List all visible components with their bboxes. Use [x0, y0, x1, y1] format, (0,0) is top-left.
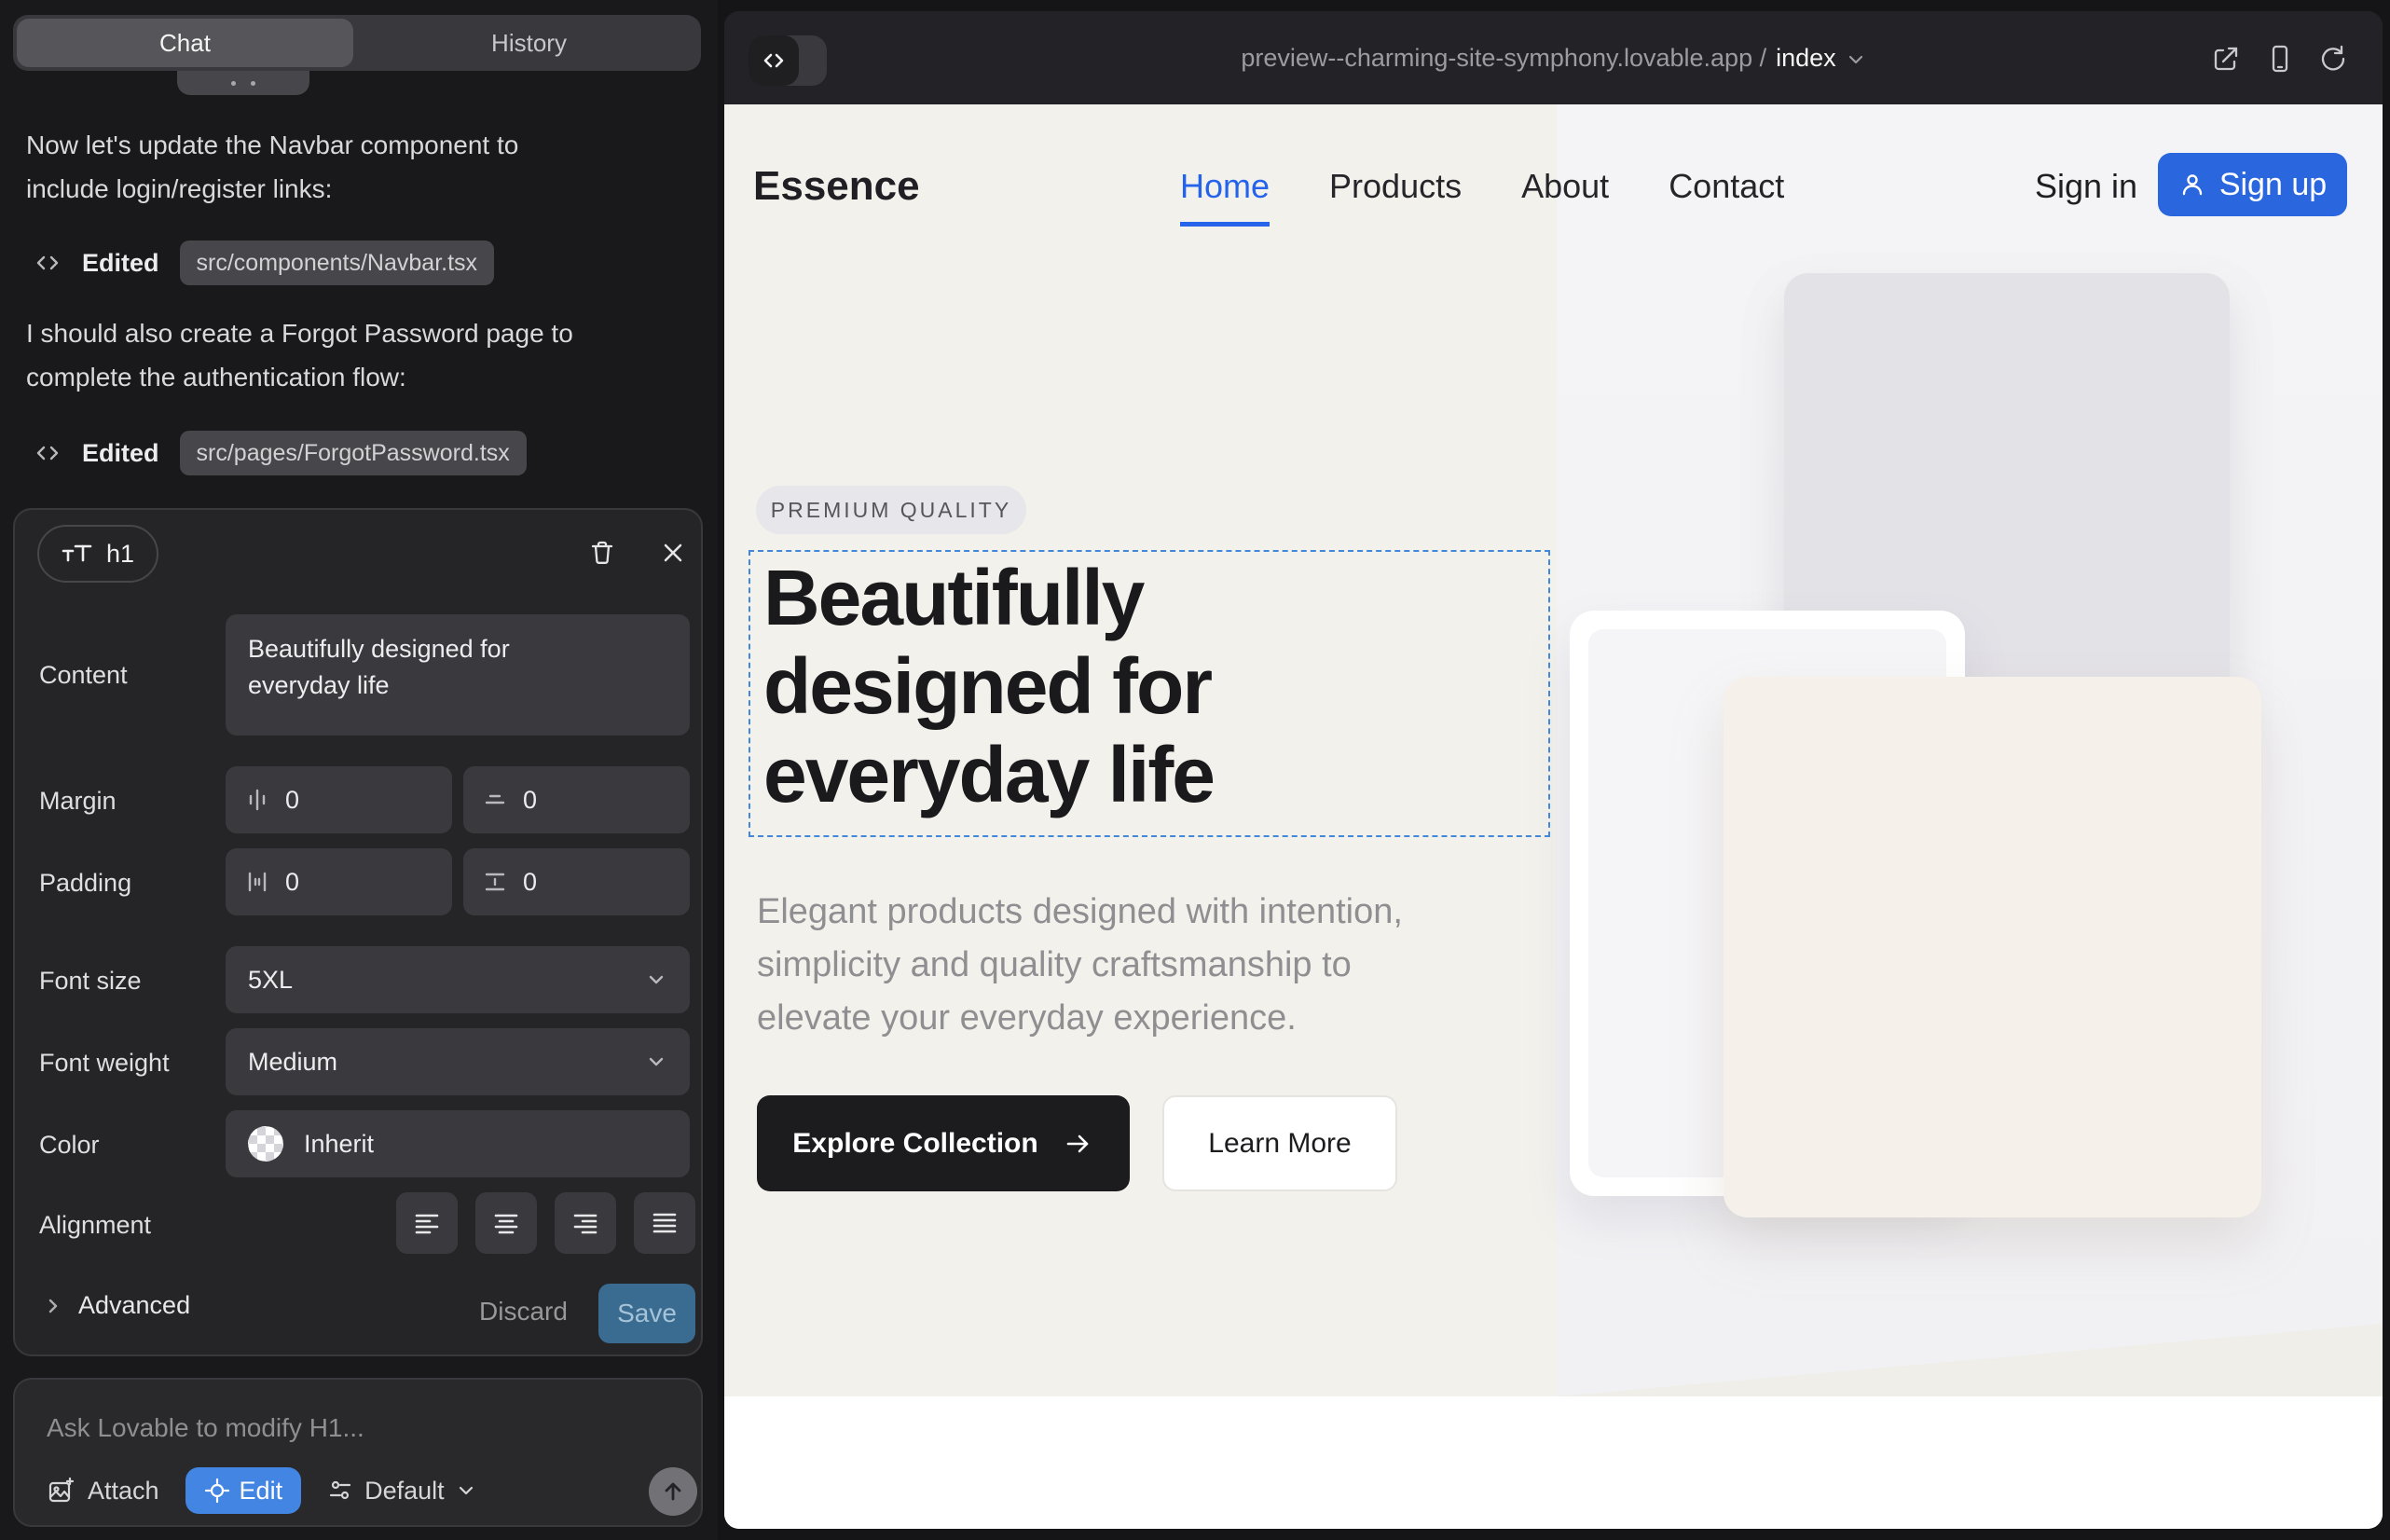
padding-x-input[interactable]: 0 — [226, 848, 452, 915]
site-preview: Essence Home Products About Contact Sign… — [724, 104, 2383, 1529]
margin-y-icon — [482, 787, 508, 813]
sign-in-link[interactable]: Sign in — [2035, 167, 2137, 206]
preview-toolbar: preview--charming-site-symphony.lovable.… — [724, 11, 2383, 104]
assistant-message: I should also create a Forgot Password p… — [26, 311, 697, 399]
edited-file-row: Edited src/components/Navbar.tsx — [34, 239, 494, 287]
chat-input[interactable]: Ask Lovable to modify H1... — [47, 1413, 364, 1443]
chevron-down-icon — [456, 1480, 476, 1501]
crosshair-icon — [204, 1478, 230, 1504]
element-type-badge: h1 — [37, 525, 158, 583]
margin-x-input[interactable]: 0 — [226, 766, 452, 833]
file-chip[interactable]: src/components/Navbar.tsx — [180, 241, 495, 285]
content-label: Content — [39, 661, 128, 690]
premium-quality-badge: PREMIUM QUALITY — [756, 486, 1026, 534]
nav-link-home[interactable]: Home — [1180, 167, 1270, 206]
open-external-icon[interactable] — [2210, 43, 2242, 75]
chevron-right-icon — [43, 1296, 63, 1316]
preview-frame: preview--charming-site-symphony.lovable.… — [724, 11, 2383, 1529]
preview-url[interactable]: preview--charming-site-symphony.lovable.… — [724, 11, 2383, 104]
hero-paragraph: Elegant products designed with intention… — [757, 886, 1503, 1045]
align-left-button[interactable] — [396, 1192, 458, 1254]
arrow-right-icon — [1063, 1130, 1094, 1158]
chevron-down-icon — [645, 969, 667, 991]
discard-button[interactable]: Discard — [479, 1297, 568, 1327]
tab-chat[interactable]: Chat — [17, 19, 353, 67]
delete-element-button[interactable] — [582, 532, 623, 573]
site-nav: Home Products About Contact — [1180, 167, 1784, 206]
align-center-button[interactable] — [475, 1192, 537, 1254]
hero-heading[interactable]: Beautifully designed for everyday life — [763, 554, 1360, 819]
margin-x-icon — [244, 787, 270, 813]
nav-link-about[interactable]: About — [1521, 167, 1609, 206]
edited-file-row: Edited src/pages/ForgotPassword.tsx — [34, 429, 527, 477]
align-justify-button[interactable] — [634, 1192, 695, 1254]
mode-selector[interactable]: Default — [327, 1477, 476, 1506]
font-size-select[interactable]: 5XL — [226, 946, 690, 1013]
element-tag: h1 — [106, 540, 134, 569]
margin-label: Margin — [39, 787, 117, 816]
padding-y-icon — [482, 869, 508, 895]
active-nav-underline — [1180, 222, 1270, 227]
decorative-card-cream — [1724, 677, 2261, 1217]
margin-y-input[interactable]: 0 — [463, 766, 690, 833]
chat-composer[interactable]: Ask Lovable to modify H1... Attach Edit … — [13, 1378, 703, 1527]
site-logo[interactable]: Essence — [753, 163, 920, 210]
attach-icon — [47, 1477, 75, 1505]
edited-label: Edited — [82, 249, 159, 278]
element-editor-panel: h1 Content Beautifully designed for ever… — [13, 508, 703, 1356]
close-icon[interactable] — [652, 532, 694, 573]
font-size-label: Font size — [39, 967, 142, 996]
content-input[interactable]: Beautifully designed for everyday life — [226, 614, 690, 736]
advanced-toggle[interactable]: Advanced — [43, 1291, 190, 1320]
padding-y-input[interactable]: 0 — [463, 848, 690, 915]
sidebar-tabbar: Chat History — [13, 15, 701, 71]
sliders-icon — [327, 1478, 353, 1504]
section-below-hero — [724, 1396, 2383, 1529]
code-view-toggle[interactable] — [749, 35, 827, 86]
truncated-chip[interactable] — [177, 71, 309, 95]
selection-outline: Beautifully designed for everyday life — [749, 550, 1550, 837]
nav-link-contact[interactable]: Contact — [1669, 167, 1784, 206]
mobile-view-icon[interactable] — [2264, 43, 2296, 75]
chevron-down-icon — [1846, 49, 1866, 70]
alignment-label: Alignment — [39, 1211, 151, 1240]
file-chip[interactable]: src/pages/ForgotPassword.tsx — [180, 431, 527, 475]
sign-up-button[interactable]: Sign up — [2158, 153, 2347, 216]
tab-history[interactable]: History — [361, 19, 697, 67]
user-icon — [2178, 171, 2206, 199]
nav-link-products[interactable]: Products — [1329, 167, 1462, 206]
padding-label: Padding — [39, 869, 131, 898]
assistant-message: Now let's update the Navbar component to… — [26, 123, 697, 211]
code-icon — [34, 249, 62, 277]
chat-sidebar: Chat History Now let's update the Navbar… — [0, 0, 718, 1540]
refresh-icon[interactable] — [2316, 43, 2348, 75]
explore-collection-button[interactable]: Explore Collection — [757, 1095, 1130, 1191]
send-button[interactable] — [649, 1467, 697, 1516]
save-button[interactable]: Save — [598, 1284, 695, 1343]
font-weight-select[interactable]: Medium — [226, 1028, 690, 1095]
color-select[interactable]: Inherit — [226, 1110, 690, 1177]
code-icon — [34, 439, 62, 467]
edited-label: Edited — [82, 439, 159, 468]
align-right-button[interactable] — [555, 1192, 616, 1254]
chevron-down-icon — [645, 1051, 667, 1073]
attach-button[interactable]: Attach — [88, 1477, 159, 1506]
type-icon — [62, 540, 93, 568]
code-icon — [749, 35, 799, 86]
color-swatch — [248, 1126, 283, 1162]
learn-more-button[interactable]: Learn More — [1162, 1095, 1397, 1191]
color-label: Color — [39, 1131, 100, 1160]
edit-mode-pill[interactable]: Edit — [185, 1467, 302, 1514]
padding-x-icon — [244, 869, 270, 895]
font-weight-label: Font weight — [39, 1049, 170, 1078]
